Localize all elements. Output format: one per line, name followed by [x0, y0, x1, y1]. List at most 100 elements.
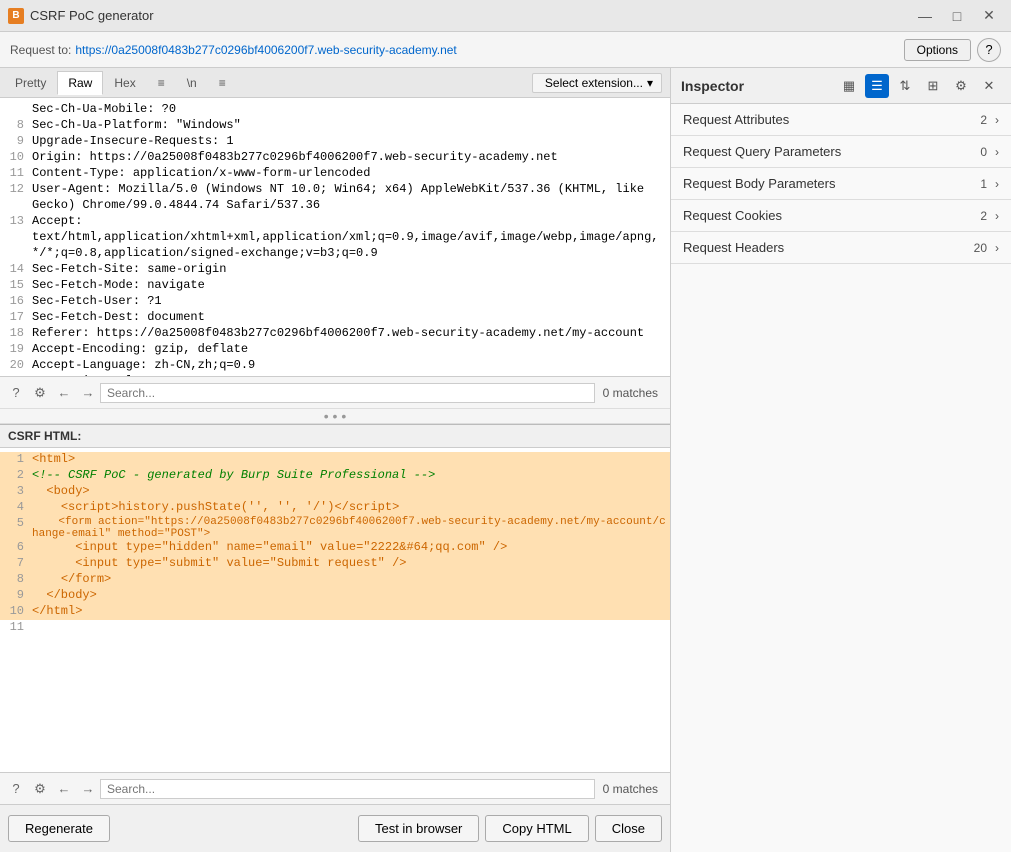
- search-next-button[interactable]: →: [76, 381, 100, 405]
- inspector-toolbar: ▦ ☰ ⇅ ⊞ ⚙ ✕: [837, 74, 1001, 98]
- inspector-section-body-params[interactable]: Request Body Parameters 1 ›: [671, 168, 1011, 200]
- tab-newline[interactable]: \n: [176, 71, 208, 95]
- left-panel: Pretty Raw Hex ≡ \n ≡ Select extension..…: [0, 68, 671, 852]
- headers-count: 20: [974, 241, 987, 255]
- inspector-panel: Inspector ▦ ☰ ⇅ ⊞ ⚙ ✕ Request Attributes…: [671, 68, 1011, 852]
- code-line: 12 User-Agent: Mozilla/5.0 (Windows NT 1…: [0, 182, 670, 198]
- tab-bar: Pretty Raw Hex ≡ \n ≡ Select extension..…: [0, 68, 670, 98]
- options-button[interactable]: Options: [904, 39, 971, 61]
- cookies-count: 2: [980, 209, 987, 223]
- csrf-code-line: 10 </html>: [0, 604, 670, 620]
- tab-list[interactable]: ≡: [147, 71, 176, 95]
- select-extension-dropdown[interactable]: Select extension... ▾: [532, 73, 662, 93]
- app-icon: B: [8, 8, 24, 24]
- code-line: 18 Referer: https://0a25008f0483b277c029…: [0, 326, 670, 342]
- request-bar: Request to: https://0a25008f0483b277c029…: [0, 32, 1011, 68]
- tab-raw[interactable]: Raw: [57, 71, 103, 95]
- code-line: 19 Accept-Encoding: gzip, deflate: [0, 342, 670, 358]
- window-title: CSRF PoC generator: [30, 8, 911, 23]
- chevron-right-icon: ›: [995, 241, 999, 255]
- inspector-header: Inspector ▦ ☰ ⇅ ⊞ ⚙ ✕: [671, 68, 1011, 104]
- csrf-code-line: 8 </form>: [0, 572, 670, 588]
- bottom-matches-count: 0 matches: [595, 782, 666, 796]
- code-line: 20 Accept-Language: zh-CN,zh;q=0.9: [0, 358, 670, 374]
- request-code-area[interactable]: Sec-Ch-Ua-Mobile: ?0 8 Sec-Ch-Ua-Platfor…: [0, 98, 670, 376]
- bottom-search-input[interactable]: [100, 779, 595, 799]
- bottom-buttons: Regenerate Test in browser Copy HTML Clo…: [0, 804, 670, 852]
- top-search-input[interactable]: [100, 383, 595, 403]
- body-params-label: Request Body Parameters: [683, 176, 980, 191]
- top-search-bar: ? ⚙ ← → 0 matches: [0, 376, 670, 408]
- code-line: Gecko) Chrome/99.0.4844.74 Safari/537.36: [0, 198, 670, 214]
- bottom-search-bar: ? ⚙ ← → 0 matches: [0, 772, 670, 804]
- request-url: https://0a25008f0483b277c0296bf4006200f7…: [75, 43, 903, 57]
- code-line: 17 Sec-Fetch-Dest: document: [0, 310, 670, 326]
- code-line: 8 Sec-Ch-Ua-Platform: "Windows": [0, 118, 670, 134]
- bottom-next-button[interactable]: →: [76, 777, 100, 801]
- csrf-label: CSRF HTML:: [0, 425, 670, 448]
- csrf-code-area[interactable]: 1 <html> 2 <!-- CSRF PoC - generated by …: [0, 448, 670, 772]
- inspector-sort-button[interactable]: ⇅: [893, 74, 917, 98]
- maximize-button[interactable]: □: [943, 4, 971, 28]
- test-in-browser-button[interactable]: Test in browser: [358, 815, 479, 842]
- request-attributes-label: Request Attributes: [683, 112, 980, 127]
- select-extension-label: Select extension...: [545, 76, 643, 90]
- close-button[interactable]: Close: [595, 815, 662, 842]
- inspector-split-button[interactable]: ⊞: [921, 74, 945, 98]
- section-divider[interactable]: • • •: [0, 408, 670, 424]
- query-params-label: Request Query Parameters: [683, 144, 980, 159]
- csrf-section: CSRF HTML: 1 <html> 2 <!-- CSRF PoC - ge…: [0, 424, 670, 804]
- chevron-right-icon: ›: [995, 209, 999, 223]
- code-line: Sec-Ch-Ua-Mobile: ?0: [0, 102, 670, 118]
- csrf-code-line: 2 <!-- CSRF PoC - generated by Burp Suit…: [0, 468, 670, 484]
- bottom-help-button[interactable]: ?: [4, 777, 28, 801]
- inspector-close-button[interactable]: ✕: [977, 74, 1001, 98]
- top-matches-count: 0 matches: [595, 386, 666, 400]
- inspector-settings-button[interactable]: ⚙: [949, 74, 973, 98]
- code-line: */*;q=0.8,application/signed-exchange;v=…: [0, 246, 670, 262]
- help-search-button[interactable]: ?: [4, 381, 28, 405]
- csrf-code-line: 11: [0, 620, 670, 636]
- chevron-right-icon: ›: [995, 177, 999, 191]
- tab-wrap[interactable]: ≡: [208, 71, 237, 95]
- copy-html-button[interactable]: Copy HTML: [485, 815, 588, 842]
- tab-pretty[interactable]: Pretty: [4, 71, 57, 95]
- close-window-button[interactable]: ✕: [975, 4, 1003, 28]
- cookies-label: Request Cookies: [683, 208, 980, 223]
- chevron-right-icon: ›: [995, 113, 999, 127]
- inspector-title: Inspector: [681, 78, 837, 94]
- request-attributes-count: 2: [980, 113, 987, 127]
- code-line: 16 Sec-Fetch-User: ?1: [0, 294, 670, 310]
- inspector-section-request-attributes[interactable]: Request Attributes 2 ›: [671, 104, 1011, 136]
- code-line: 9 Upgrade-Insecure-Requests: 1: [0, 134, 670, 150]
- inspector-section-query-params[interactable]: Request Query Parameters 0 ›: [671, 136, 1011, 168]
- inspector-list-view-button[interactable]: ☰: [865, 74, 889, 98]
- bottom-settings-button[interactable]: ⚙: [28, 777, 52, 801]
- code-line: 11 Content-Type: application/x-www-form-…: [0, 166, 670, 182]
- window-controls: — □ ✕: [911, 4, 1003, 28]
- action-buttons: Test in browser Copy HTML Close: [358, 815, 662, 842]
- headers-label: Request Headers: [683, 240, 974, 255]
- code-line: text/html,application/xhtml+xml,applicat…: [0, 230, 670, 246]
- minimize-button[interactable]: —: [911, 4, 939, 28]
- body-params-count: 1: [980, 177, 987, 191]
- code-line: 13 Accept:: [0, 214, 670, 230]
- csrf-code-line: 1 <html>: [0, 452, 670, 468]
- help-button[interactable]: ?: [977, 38, 1001, 62]
- chevron-down-icon: ▾: [647, 76, 653, 90]
- csrf-code-line: 6 <input type="hidden" name="email" valu…: [0, 540, 670, 556]
- csrf-code-line: 9 </body>: [0, 588, 670, 604]
- bottom-prev-button[interactable]: ←: [52, 777, 76, 801]
- search-prev-button[interactable]: ←: [52, 381, 76, 405]
- chevron-right-icon: ›: [995, 145, 999, 159]
- code-line: 15 Sec-Fetch-Mode: navigate: [0, 278, 670, 294]
- tab-hex[interactable]: Hex: [103, 71, 146, 95]
- inspector-section-cookies[interactable]: Request Cookies 2 ›: [671, 200, 1011, 232]
- csrf-code-line: 3 <body>: [0, 484, 670, 500]
- main-content: Pretty Raw Hex ≡ \n ≡ Select extension..…: [0, 68, 1011, 852]
- inspector-section-headers[interactable]: Request Headers 20 ›: [671, 232, 1011, 264]
- inspector-grid-view-button[interactable]: ▦: [837, 74, 861, 98]
- search-settings-button[interactable]: ⚙: [28, 381, 52, 405]
- csrf-code-line: 5 <form action="https://0a25008f0483b277…: [0, 516, 670, 540]
- regenerate-button[interactable]: Regenerate: [8, 815, 110, 842]
